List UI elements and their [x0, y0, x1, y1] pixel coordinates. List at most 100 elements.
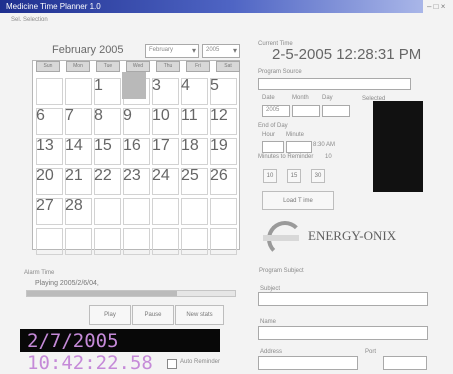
- date-field-input[interactable]: 2005: [262, 105, 290, 117]
- pause-button[interactable]: Pause: [132, 305, 174, 325]
- preview-area: [373, 101, 423, 192]
- selected-day-marker: [122, 72, 146, 99]
- program-subject-field-four-label: Port: [365, 349, 377, 355]
- month-field-input[interactable]: [292, 105, 320, 117]
- program-subject-field-three-label: Address: [260, 349, 283, 355]
- end-of-day-label: End of Day: [258, 123, 288, 129]
- calendar-day[interactable]: 10: [152, 107, 170, 125]
- top-left-label: Sel. Selection: [11, 17, 48, 23]
- window-controls[interactable]: – □ ×: [427, 2, 445, 11]
- calendar-cell[interactable]: [181, 198, 208, 225]
- calendar-day[interactable]: 18: [181, 137, 199, 155]
- calendar-cell[interactable]: [94, 228, 121, 255]
- program-subject-field-three[interactable]: [258, 356, 358, 370]
- calendar-day[interactable]: 19: [210, 137, 228, 155]
- reminder-note: Minutes to Reminder: [258, 154, 314, 160]
- calendar-cell[interactable]: [36, 78, 63, 105]
- small-button-0[interactable]: 10: [263, 169, 277, 183]
- minute-label: Minute: [286, 132, 305, 138]
- new-stats-button[interactable]: New stats: [175, 305, 224, 325]
- weekday-fri: Fri: [186, 61, 210, 72]
- logo-text: ENERGY-ONIX: [308, 228, 397, 243]
- logo-icon: [260, 220, 306, 257]
- calendar-day[interactable]: 13: [36, 137, 54, 155]
- calendar-day[interactable]: 3: [152, 77, 161, 95]
- day-field-input[interactable]: [322, 105, 350, 117]
- year-select-value: 2005: [206, 47, 220, 53]
- month-select-arrow-icon: ▾: [191, 46, 196, 55]
- calendar-day[interactable]: 4: [181, 77, 190, 95]
- year-select-arrow-icon: ▾: [232, 46, 237, 55]
- calendar-day[interactable]: 9: [123, 107, 132, 125]
- calendar-day[interactable]: 26: [210, 167, 228, 185]
- play-button[interactable]: Play: [89, 305, 131, 325]
- current-time-value: 2-5-2005 12:28:31 PM: [272, 46, 422, 63]
- small-button-1-label: 15: [290, 173, 298, 179]
- year-select[interactable]: 2005 ▾: [202, 44, 240, 58]
- alarm-time-value: Playing 2005/2/6/04,: [35, 280, 99, 287]
- reminder-note-value: 10: [325, 154, 332, 160]
- calendar-day[interactable]: 8: [94, 107, 103, 125]
- playback-progress-fill: [27, 291, 177, 296]
- weekday-mon: Mon: [66, 61, 90, 72]
- calendar-cell[interactable]: [210, 198, 237, 225]
- calendar-day[interactable]: 6: [36, 107, 45, 125]
- calendar-day[interactable]: 20: [36, 167, 54, 185]
- program-subject-field-two[interactable]: [258, 326, 428, 340]
- calendar-cell[interactable]: [123, 228, 150, 255]
- program-source-input[interactable]: [258, 78, 411, 90]
- alarm-time-label: Alarm Time: [24, 270, 55, 276]
- weekday-wed: Wed: [126, 61, 150, 72]
- weekday-sun: Sun: [36, 61, 60, 72]
- calendar-day[interactable]: 1: [94, 77, 103, 95]
- date-field-label-1: Month: [292, 95, 309, 101]
- calendar-day[interactable]: 24: [152, 167, 170, 185]
- calendar-cell[interactable]: [65, 78, 92, 105]
- calendar-day[interactable]: 22: [94, 167, 112, 185]
- small-button-0-label: 10: [266, 173, 274, 179]
- calendar-day[interactable]: 12: [210, 107, 228, 125]
- hour-input[interactable]: [262, 141, 284, 153]
- calendar-day[interactable]: 17: [152, 137, 170, 155]
- month-select[interactable]: February ▾: [145, 44, 199, 58]
- calendar-cell[interactable]: [65, 228, 92, 255]
- calendar-cell[interactable]: [152, 198, 179, 225]
- window-controls-label: – □ ×: [427, 2, 446, 11]
- calendar-cell[interactable]: [94, 198, 121, 225]
- calendar-day[interactable]: 16: [123, 137, 141, 155]
- pause-button-label: Pause: [144, 312, 162, 318]
- auto-reminder-label: Auto Reminder: [180, 359, 221, 365]
- title-bar: Medicine Time Planner 1.0: [0, 0, 423, 13]
- program-subject-field-four[interactable]: [383, 356, 427, 370]
- load-time-button[interactable]: Load T ime: [262, 191, 334, 210]
- calendar-day[interactable]: 23: [123, 167, 141, 185]
- calendar-day[interactable]: 21: [65, 167, 83, 185]
- month-select-value: February: [149, 47, 174, 53]
- calendar-day[interactable]: 25: [181, 167, 199, 185]
- new-stats-button-label: New stats: [186, 312, 213, 318]
- calendar-cell[interactable]: [181, 228, 208, 255]
- date-field-value: 2005: [266, 107, 280, 113]
- small-button-1[interactable]: 15: [287, 169, 301, 183]
- calendar-day[interactable]: 27: [36, 197, 54, 215]
- minute-input[interactable]: [286, 141, 312, 153]
- title-text: Medicine Time Planner 1.0: [6, 2, 101, 11]
- program-subject-field-one[interactable]: [258, 292, 428, 306]
- calendar-cell[interactable]: [210, 228, 237, 255]
- calendar-day[interactable]: 5: [210, 77, 219, 95]
- calendar-day[interactable]: 11: [181, 107, 198, 125]
- weekday-thu: Thu: [156, 61, 180, 72]
- calendar-day[interactable]: 14: [65, 137, 83, 155]
- small-button-2-label: 30: [314, 173, 322, 179]
- auto-reminder-checkbox[interactable]: [167, 359, 177, 369]
- small-button-2[interactable]: 30: [311, 169, 325, 183]
- calendar-day[interactable]: 15: [94, 137, 112, 155]
- calendar-cell[interactable]: [152, 228, 179, 255]
- calendar-day[interactable]: 7: [65, 107, 74, 125]
- calendar-cell[interactable]: [36, 228, 63, 255]
- calendar-cell[interactable]: [123, 198, 150, 225]
- date-field-label-2: Day: [322, 95, 333, 101]
- play-button-label: Play: [104, 312, 116, 318]
- program-subject-label: Program Subject: [259, 268, 304, 274]
- calendar-day[interactable]: 28: [65, 197, 83, 215]
